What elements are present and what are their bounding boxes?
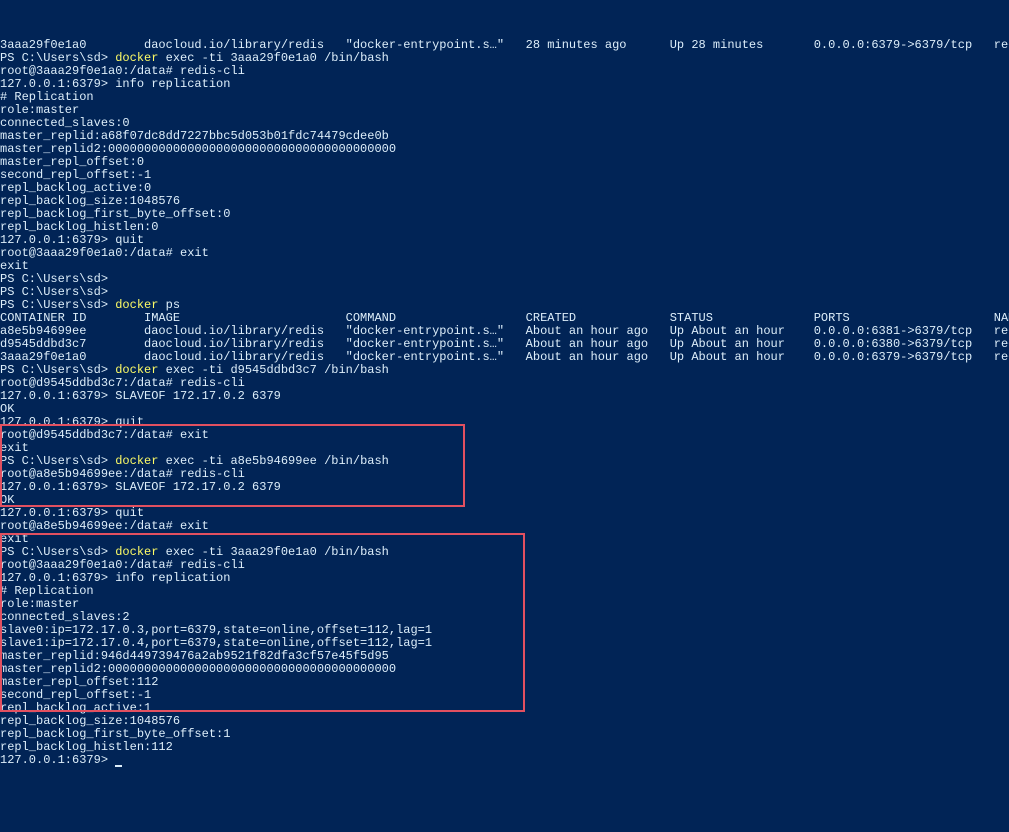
output-text: ps: [166, 298, 180, 312]
command-text: docker: [115, 545, 165, 559]
output-text: exec -ti d9545ddbd3c7 /bin/bash: [166, 363, 389, 377]
output-text: exit: [0, 259, 29, 273]
command-text: docker: [115, 454, 165, 468]
terminal-line: PS C:\Users\sd>: [0, 273, 1009, 286]
output-text: repl_backlog_first_byte_offset:0: [0, 207, 230, 221]
command-text: docker: [115, 363, 165, 377]
output-text: d9545ddbd3c7 daocloud.io/library/redis "…: [0, 337, 1009, 351]
output-text: slave0:ip=172.17.0.3,port=6379,state=onl…: [0, 623, 432, 637]
terminal-line: 127.0.0.1:6379> SLAVEOF 172.17.0.2 6379: [0, 390, 1009, 403]
terminal-line: 127.0.0.1:6379> info replication: [0, 78, 1009, 91]
terminal-line: role:master: [0, 104, 1009, 117]
output-text: # Replication: [0, 584, 94, 598]
output-text: role:master: [0, 103, 79, 117]
terminal-line: # Replication: [0, 91, 1009, 104]
output-text: OK: [0, 402, 14, 416]
output-text: exec -ti 3aaa29f0e1a0 /bin/bash: [166, 51, 389, 65]
output-text: 3aaa29f0e1a0 daocloud.io/library/redis "…: [0, 350, 1009, 364]
output-text: 127.0.0.1:6379> SLAVEOF 172.17.0.2 6379: [0, 480, 281, 494]
output-text: root@d9545ddbd3c7:/data# redis-cli: [0, 376, 245, 390]
output-text: root@3aaa29f0e1a0:/data# redis-cli: [0, 64, 245, 78]
output-text: a8e5b94699ee daocloud.io/library/redis "…: [0, 324, 1009, 338]
terminal-line: OK: [0, 403, 1009, 416]
output-text: repl_backlog_size:1048576: [0, 194, 180, 208]
terminal-line: 127.0.0.1:6379> SLAVEOF 172.17.0.2 6379: [0, 481, 1009, 494]
output-text: 127.0.0.1:6379> quit: [0, 506, 144, 520]
terminal-line: exit: [0, 260, 1009, 273]
output-text: PS C:\Users\sd>: [0, 363, 115, 377]
terminal-line: master_repl_offset:112: [0, 676, 1009, 689]
output-text: root@d9545ddbd3c7:/data# exit: [0, 428, 209, 442]
output-text: repl_backlog_active:0: [0, 181, 151, 195]
terminal-line: OK: [0, 494, 1009, 507]
output-text: # Replication: [0, 90, 94, 104]
output-text: 127.0.0.1:6379> quit: [0, 415, 144, 429]
output-text: PS C:\Users\sd>: [0, 272, 108, 286]
output-text: OK: [0, 493, 14, 507]
output-text: repl_backlog_size:1048576: [0, 714, 180, 728]
terminal-line: role:master: [0, 598, 1009, 611]
output-text: root@a8e5b94699ee:/data# redis-cli: [0, 467, 245, 481]
output-text: PS C:\Users\sd>: [0, 454, 115, 468]
output-text: master_repl_offset:0: [0, 155, 144, 169]
output-text: connected_slaves:0: [0, 116, 130, 130]
output-text: 127.0.0.1:6379> quit: [0, 233, 144, 247]
terminal-line: # Replication: [0, 585, 1009, 598]
output-text: exec -ti a8e5b94699ee /bin/bash: [166, 454, 389, 468]
output-text: 127.0.0.1:6379> info replication: [0, 571, 230, 585]
output-text: master_replid:946d449739476a2ab9521f82df…: [0, 649, 389, 663]
output-text: master_replid:a68f07dc8dd7227bbc5d053b01…: [0, 129, 389, 143]
command-text: docker: [115, 298, 165, 312]
terminal-line: root@3aaa29f0e1a0:/data# exit: [0, 247, 1009, 260]
command-text: docker: [115, 51, 165, 65]
output-text: PS C:\Users\sd>: [0, 51, 115, 65]
output-text: 127.0.0.1:6379> SLAVEOF 172.17.0.2 6379: [0, 389, 281, 403]
output-text: root@a8e5b94699ee:/data# exit: [0, 519, 209, 533]
terminal-line: repl_backlog_histlen:112: [0, 741, 1009, 754]
output-text: PS C:\Users\sd>: [0, 285, 108, 299]
terminal-line: repl_backlog_histlen:0: [0, 221, 1009, 234]
terminal-line: second_repl_offset:-1: [0, 169, 1009, 182]
output-text: repl_backlog_histlen:112: [0, 740, 173, 754]
terminal-line: root@d9545ddbd3c7:/data# exit: [0, 429, 1009, 442]
output-text: PS C:\Users\sd>: [0, 545, 115, 559]
output-text: CONTAINER ID IMAGE COMMAND CREATED STATU…: [0, 311, 1009, 325]
terminal-line: root@a8e5b94699ee:/data# exit: [0, 520, 1009, 533]
terminal-line: master_replid2:0000000000000000000000000…: [0, 143, 1009, 156]
output-text: root@3aaa29f0e1a0:/data# exit: [0, 246, 209, 260]
output-text: master_repl_offset:112: [0, 675, 158, 689]
cursor: [115, 765, 122, 767]
output-text: PS C:\Users\sd>: [0, 298, 115, 312]
terminal-line: second_repl_offset:-1: [0, 689, 1009, 702]
output-text: repl_backlog_histlen:0: [0, 220, 158, 234]
output-text: master_replid2:0000000000000000000000000…: [0, 662, 396, 676]
output-text: slave1:ip=172.17.0.4,port=6379,state=onl…: [0, 636, 432, 650]
output-text: root@3aaa29f0e1a0:/data# redis-cli: [0, 558, 245, 572]
output-text: exit: [0, 441, 29, 455]
terminal-line: 127.0.0.1:6379> info replication: [0, 572, 1009, 585]
output-text: exec -ti 3aaa29f0e1a0 /bin/bash: [166, 545, 389, 559]
terminal-output[interactable]: { "lines": [ {"parts":[{"t":"3aaa29f0e1a…: [0, 13, 1009, 793]
output-text: connected_slaves:2: [0, 610, 130, 624]
output-text: master_replid2:0000000000000000000000000…: [0, 142, 396, 156]
output-text: 3aaa29f0e1a0 daocloud.io/library/redis "…: [0, 38, 1009, 52]
output-text: 127.0.0.1:6379> info replication: [0, 77, 230, 91]
output-text: exit: [0, 532, 29, 546]
terminal-line: 127.0.0.1:6379>: [0, 754, 1009, 767]
output-text: 127.0.0.1:6379>: [0, 753, 115, 767]
output-text: role:master: [0, 597, 79, 611]
output-text: repl_backlog_active:1: [0, 701, 151, 715]
terminal-line: master_repl_offset:0: [0, 156, 1009, 169]
output-text: repl_backlog_first_byte_offset:1: [0, 727, 230, 741]
output-text: second_repl_offset:-1: [0, 168, 151, 182]
